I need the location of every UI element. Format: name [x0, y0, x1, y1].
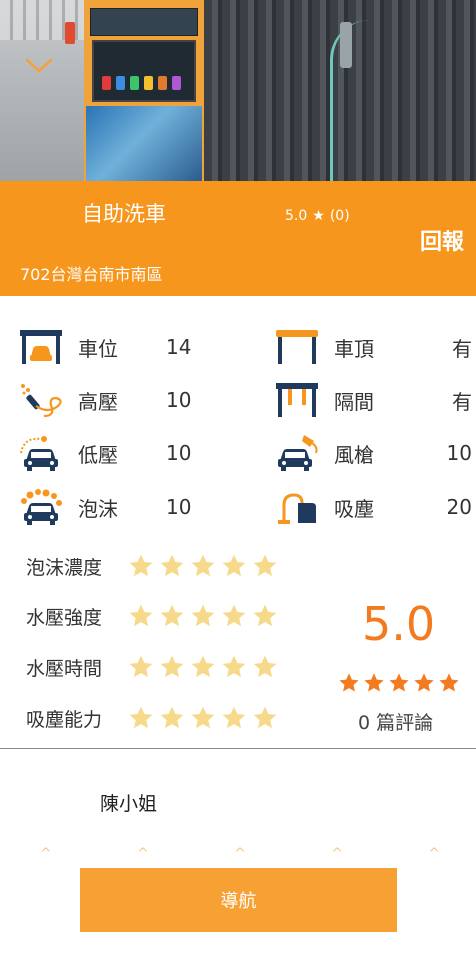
rating-row-pressure-strength: 水壓強度: [26, 601, 278, 631]
facility-vacuum: 吸塵 20: [274, 484, 472, 530]
rating-stars: [128, 553, 278, 579]
facility-low-pressure: 低壓 10: [18, 430, 191, 476]
facility-value: 10: [446, 441, 472, 465]
star-icon: [160, 554, 184, 577]
star-icon: [389, 673, 409, 692]
vacuum-icon: [274, 487, 320, 527]
star-icon: [160, 655, 184, 678]
star-icon: [191, 554, 215, 577]
station-name: 自助洗車: [82, 202, 166, 226]
star-icon: [160, 604, 184, 627]
low-pressure-car-icon: [18, 433, 64, 473]
overall-stars: [338, 672, 460, 694]
facility-label: 低壓: [78, 442, 118, 467]
facility-air-gun: 風槍 10: [274, 430, 472, 476]
star-icon: [364, 673, 384, 692]
photo-sign-panel: [90, 8, 198, 36]
chevron-down-icon[interactable]: [24, 54, 54, 76]
facility-value: 10: [166, 441, 192, 465]
facility-label: 高壓: [78, 389, 118, 414]
rating-stars: [128, 603, 278, 629]
partition-icon: [274, 380, 320, 420]
report-button[interactable]: 回報: [420, 229, 464, 257]
facility-value: 10: [166, 388, 192, 412]
facility-high-pressure: 高壓 10: [18, 377, 191, 423]
rating-stars: [128, 705, 278, 731]
facility-label: 車頂: [334, 336, 374, 361]
section-divider: [0, 748, 476, 749]
station-rating-star-icon: ★: [312, 208, 325, 224]
rating-label: 吸塵能力: [26, 708, 103, 731]
caret-up-icon: ^: [40, 846, 52, 862]
facility-value: 有: [452, 336, 472, 361]
station-rating-summary: 5.0 ★ (0): [285, 207, 350, 225]
rating-label: 水壓時間: [26, 657, 103, 680]
station-info-bar: 自助洗車 5.0 ★ (0) 回報 702台灣台南市南區: [0, 181, 476, 296]
overall-score: 5.0: [362, 597, 436, 651]
star-icon: [160, 706, 184, 729]
caret-up-icon: ^: [331, 846, 343, 862]
star-icon: [222, 554, 246, 577]
station-rating-count: (0): [329, 208, 350, 224]
station-photo: [0, 0, 476, 181]
star-icon: [129, 604, 153, 627]
facility-value: 10: [166, 495, 192, 519]
star-icon: [129, 706, 153, 729]
star-icon: [439, 673, 459, 692]
photo-fence: [0, 0, 95, 40]
air-gun-car-icon: [274, 433, 320, 473]
rating-row-vacuum-power: 吸塵能力: [26, 703, 278, 733]
star-icon: [253, 706, 277, 729]
star-icon: [191, 604, 215, 627]
car-bay-icon: [18, 327, 64, 367]
caret-up-icon: ^: [137, 846, 149, 862]
rating-label: 水壓強度: [26, 606, 103, 629]
star-icon: [414, 673, 434, 692]
facility-foam: 泡沫 10: [18, 484, 191, 530]
star-icon: [191, 655, 215, 678]
roof-canopy-icon: [274, 327, 320, 367]
station-address: 702台灣台南市南區: [20, 265, 163, 284]
facility-value: 14: [166, 335, 192, 359]
foam-car-icon: [18, 487, 64, 527]
caret-up-icon: ^: [234, 846, 246, 862]
star-icon: [191, 706, 215, 729]
rating-label: 泡沫濃度: [26, 556, 103, 579]
star-icon: [222, 655, 246, 678]
facility-value: 有: [452, 389, 472, 414]
photo-poster: [86, 106, 202, 181]
facility-partition: 隔間 有: [274, 377, 472, 423]
photo-control-panel: [92, 40, 196, 102]
review-caret-row: ^ ^ ^ ^ ^: [40, 846, 440, 862]
star-icon: [129, 554, 153, 577]
star-icon: [222, 706, 246, 729]
facility-label: 車位: [78, 336, 118, 361]
photo-nozzle: [340, 22, 352, 68]
star-icon: [253, 554, 277, 577]
star-icon: [129, 655, 153, 678]
facility-label: 泡沫: [78, 496, 118, 521]
facility-car-bay: 車位 14: [18, 324, 191, 370]
rating-row-pressure-time: 水壓時間: [26, 652, 278, 682]
station-rating-value: 5.0: [285, 208, 308, 224]
facility-label: 風槍: [334, 442, 374, 467]
star-icon: [253, 604, 277, 627]
facility-label: 吸塵: [334, 496, 374, 521]
reviewer-name: 陳小姐: [100, 793, 158, 815]
star-icon: [222, 604, 246, 627]
photo-hose: [330, 20, 390, 181]
rating-row-foam-density: 泡沫濃度: [26, 551, 278, 581]
rating-stars: [128, 654, 278, 680]
facility-value: 20: [446, 495, 472, 519]
photo-cone: [65, 22, 75, 44]
facility-label: 隔間: [334, 389, 374, 414]
facility-roof: 車頂 有: [274, 324, 472, 370]
high-pressure-gun-icon: [18, 380, 64, 420]
star-icon: [253, 655, 277, 678]
star-icon: [339, 673, 359, 692]
caret-up-icon: ^: [428, 846, 440, 862]
review-count: 0 篇評論: [358, 712, 434, 734]
navigate-button[interactable]: 導航: [80, 868, 397, 932]
